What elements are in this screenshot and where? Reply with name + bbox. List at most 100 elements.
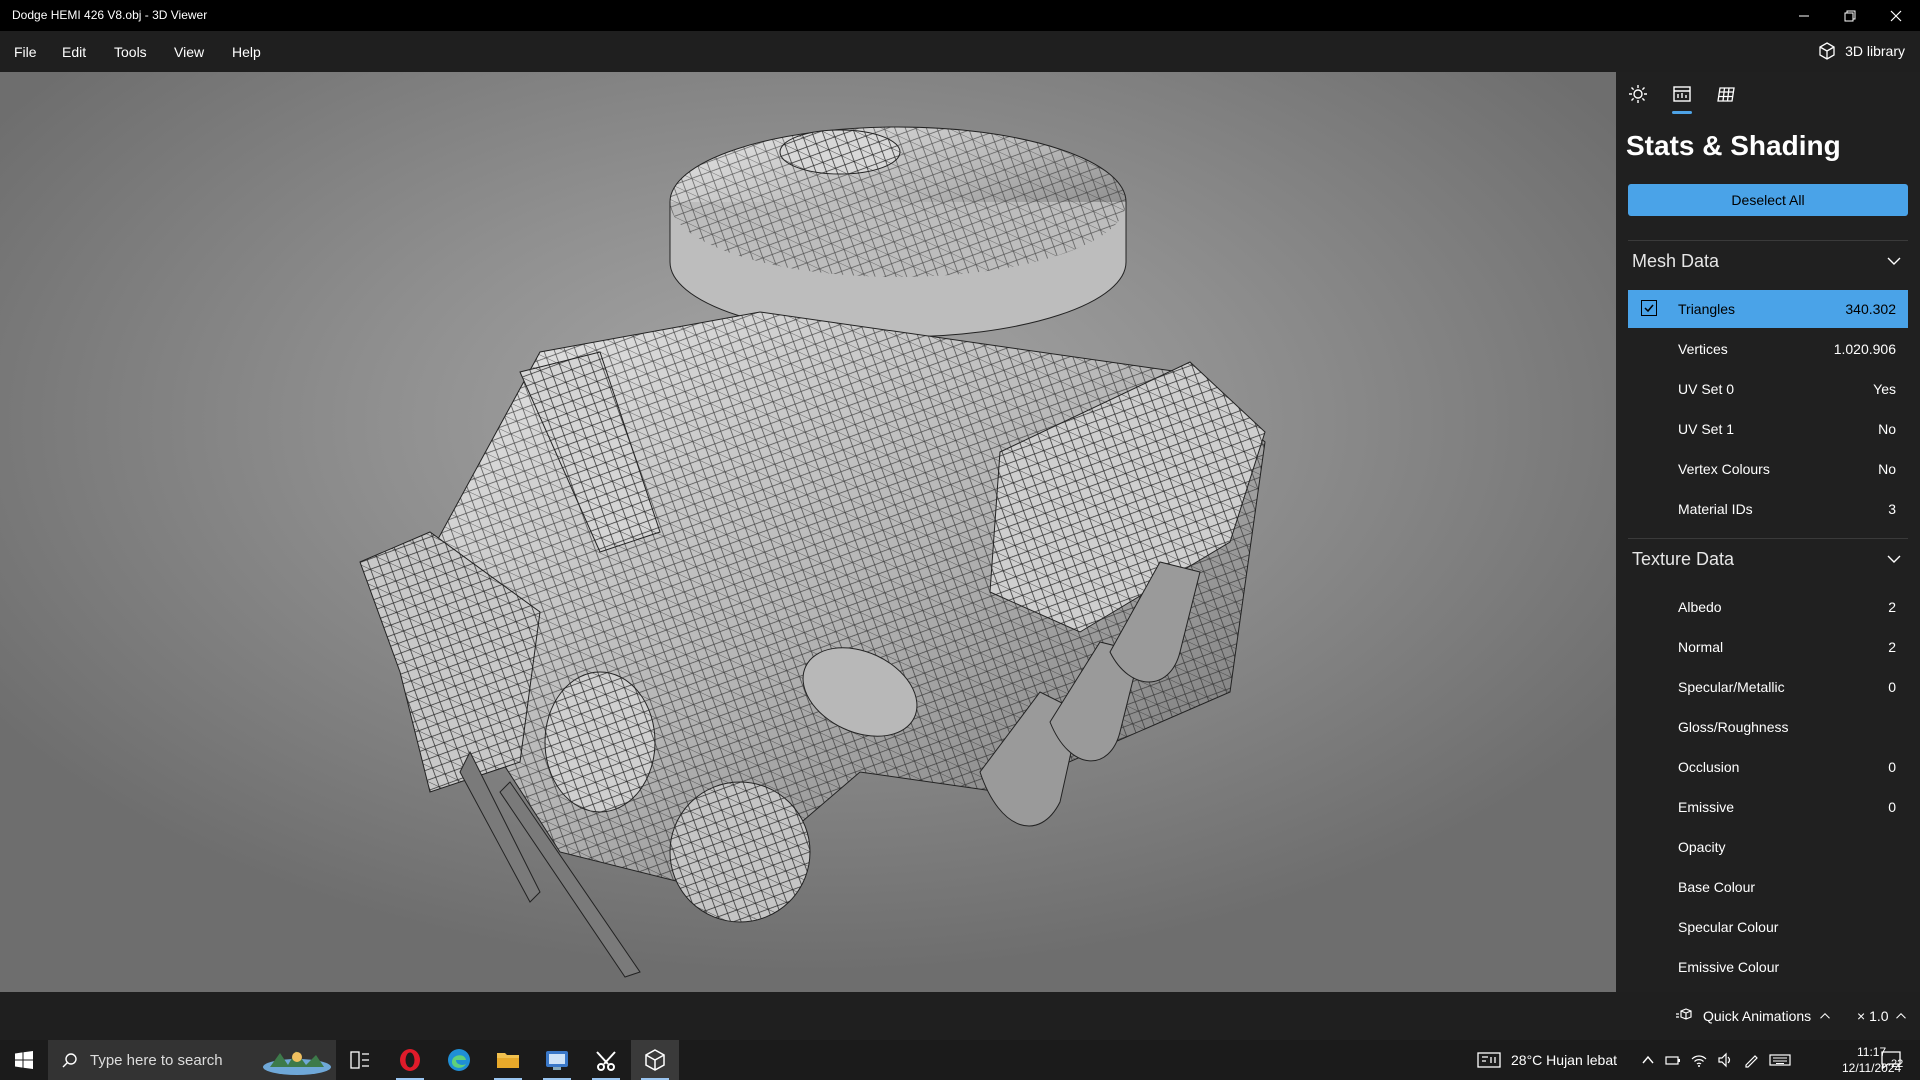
- row-name: Albedo: [1678, 599, 1722, 615]
- restore-button[interactable]: [1827, 0, 1873, 31]
- row-value: No: [1878, 421, 1896, 437]
- speaker-icon[interactable]: [1717, 1052, 1733, 1068]
- checkbox[interactable]: [1641, 300, 1657, 316]
- system-tray: [1641, 1040, 1791, 1080]
- row-name: UV Set 0: [1678, 381, 1735, 397]
- speed-selector[interactable]: × 1.0: [1857, 1008, 1907, 1024]
- tab-grid[interactable]: [1714, 84, 1738, 114]
- restore-icon: [1844, 10, 1856, 21]
- grid-icon: [1717, 87, 1735, 102]
- texture-data-label: Texture Data: [1632, 548, 1735, 569]
- quick-animations-label: Quick Animations: [1703, 1008, 1812, 1024]
- texture-row-normal[interactable]: Normal 2: [1628, 628, 1908, 666]
- row-name: Triangles: [1678, 301, 1736, 317]
- menu-bar: File Edit Tools View Help 3D library: [0, 31, 1920, 72]
- opera-icon: [400, 1049, 420, 1071]
- taskbar-app-window[interactable]: [533, 1040, 581, 1080]
- taskbar-opera[interactable]: [386, 1040, 434, 1080]
- texture-row-emissive-colour[interactable]: Emissive Colour: [1628, 948, 1908, 986]
- panel-title: Stats & Shading: [1626, 130, 1841, 161]
- wifi-icon[interactable]: [1691, 1052, 1707, 1068]
- taskbar: Type here to search 28°C Hujan lebat 11:…: [0, 1040, 1920, 1080]
- tab-lighting[interactable]: [1626, 84, 1650, 114]
- mesh-data-header[interactable]: Mesh Data: [1628, 240, 1908, 281]
- chevron-up-icon[interactable]: [1641, 1053, 1655, 1067]
- sun-icon: [1629, 85, 1647, 103]
- mesh-row-material-ids[interactable]: Material IDs 3: [1628, 490, 1908, 528]
- row-name: Material IDs: [1678, 501, 1753, 517]
- search-highlight-image: [263, 1051, 331, 1075]
- mesh-row-uv-set-1[interactable]: UV Set 1 No: [1628, 410, 1908, 448]
- row-name: Specular Colour: [1678, 919, 1779, 935]
- 3d-library-button[interactable]: 3D library: [1817, 41, 1905, 61]
- minimize-button[interactable]: [1781, 0, 1827, 31]
- texture-row-specular-colour[interactable]: Specular Colour: [1628, 908, 1908, 946]
- battery-icon[interactable]: [1665, 1052, 1681, 1068]
- search-placeholder: Type here to search: [90, 1051, 223, 1069]
- 3d-viewer-icon: [645, 1049, 665, 1071]
- start-button[interactable]: [0, 1040, 48, 1080]
- row-name: Emissive Colour: [1678, 959, 1780, 975]
- windows-logo-icon: [15, 1051, 33, 1069]
- taskbar-snipping-tool[interactable]: [582, 1040, 630, 1080]
- quick-animations-button[interactable]: Quick Animations: [1675, 1008, 1831, 1024]
- row-value: 0: [1888, 759, 1896, 775]
- taskbar-edge[interactable]: [435, 1040, 483, 1080]
- menu-help[interactable]: Help: [232, 44, 261, 60]
- row-name: Base Colour: [1678, 879, 1756, 895]
- app-window-icon: [546, 1051, 568, 1070]
- row-value: Yes: [1873, 381, 1896, 397]
- notifications-button[interactable]: 22: [1880, 1040, 1903, 1080]
- texture-row-occlusion[interactable]: Occlusion 0: [1628, 748, 1908, 786]
- row-name: Gloss/Roughness: [1678, 719, 1789, 735]
- row-name: Vertices: [1678, 341, 1728, 357]
- taskbar-search-box[interactable]: Type here to search: [48, 1040, 336, 1080]
- animation-bar: Quick Animations × 1.0: [0, 992, 1920, 1040]
- chevron-up-icon: [1820, 1013, 1831, 1019]
- row-value: No: [1878, 461, 1896, 477]
- deselect-all-button[interactable]: Deselect All: [1628, 184, 1908, 216]
- weather-widget[interactable]: 28°C Hujan lebat: [1477, 1040, 1617, 1080]
- keyboard-icon[interactable]: [1769, 1052, 1791, 1068]
- animation-icon: [1676, 1008, 1692, 1020]
- speed-value: × 1.0: [1857, 1008, 1889, 1024]
- texture-data-header[interactable]: Texture Data: [1628, 538, 1908, 579]
- minimize-icon: [1799, 15, 1809, 16]
- search-icon: [62, 1053, 77, 1068]
- menu-file[interactable]: File: [14, 44, 37, 60]
- pen-icon[interactable]: [1743, 1052, 1759, 1068]
- mesh-row-uv-set-0[interactable]: UV Set 0 Yes: [1628, 370, 1908, 408]
- mesh-row-triangles[interactable]: Triangles 340.302: [1628, 290, 1908, 328]
- mesh-row-vertices[interactable]: Vertices 1.020.906: [1628, 330, 1908, 368]
- chevron-down-icon: [1887, 257, 1901, 265]
- taskbar-file-explorer[interactable]: [484, 1040, 532, 1080]
- row-value: 3: [1888, 501, 1896, 517]
- row-name: Normal: [1678, 639, 1724, 655]
- close-button[interactable]: [1873, 0, 1919, 31]
- row-name: UV Set 1: [1678, 421, 1735, 437]
- tab-stats-shading[interactable]: [1670, 84, 1694, 114]
- menu-tools[interactable]: Tools: [114, 44, 147, 60]
- texture-row-base-colour[interactable]: Base Colour: [1628, 868, 1908, 906]
- texture-row-specular-metallic[interactable]: Specular/Metallic 0: [1628, 668, 1908, 706]
- checkmark-icon: [1644, 304, 1654, 313]
- folder-icon: [497, 1053, 519, 1068]
- menu-edit[interactable]: Edit: [62, 44, 86, 60]
- row-name: Emissive: [1678, 799, 1735, 815]
- texture-row-albedo[interactable]: Albedo 2: [1628, 588, 1908, 626]
- texture-row-emissive[interactable]: Emissive 0: [1628, 788, 1908, 826]
- texture-row-gloss-roughness[interactable]: Gloss/Roughness: [1628, 708, 1908, 746]
- 3d-viewport[interactable]: [0, 72, 1616, 992]
- task-view-button[interactable]: [336, 1040, 384, 1080]
- close-icon: [1890, 10, 1902, 21]
- row-name: Opacity: [1678, 839, 1726, 855]
- mesh-data-label: Mesh Data: [1632, 250, 1720, 271]
- chevron-up-icon: [1895, 1013, 1906, 1019]
- mesh-row-vertex-colours[interactable]: Vertex Colours No: [1628, 450, 1908, 488]
- engine-wireframe-model[interactable]: [0, 72, 1616, 992]
- scissors-icon: [596, 1051, 616, 1071]
- taskbar-3d-viewer[interactable]: [631, 1040, 679, 1080]
- row-name: Vertex Colours: [1678, 461, 1770, 477]
- texture-row-opacity[interactable]: Opacity: [1628, 828, 1908, 866]
- menu-view[interactable]: View: [174, 44, 204, 60]
